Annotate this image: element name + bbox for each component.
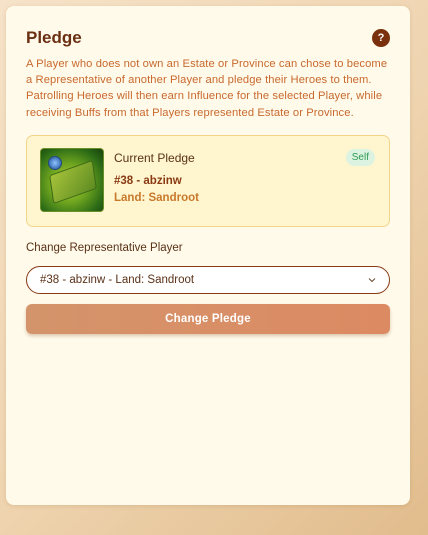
pledge-player: #38 - abzinw — [114, 174, 182, 187]
land-tile-icon — [40, 147, 104, 212]
current-pledge-label: Current Pledge — [114, 150, 195, 165]
current-pledge-card: Current Pledge #38 - abzinw Land: Sandro… — [26, 134, 390, 227]
panel-title: Pledge — [26, 28, 82, 47]
change-pledge-button[interactable]: Change Pledge — [26, 303, 390, 334]
representative-select[interactable]: #38 - abzinw - Land: Sandroot — [26, 265, 390, 294]
shield-marker-icon — [48, 155, 62, 170]
chevron-down-icon — [368, 277, 376, 283]
pledge-info: Current Pledge #38 - abzinw Land: Sandro… — [114, 148, 199, 214]
panel-header: Pledge ? — [26, 26, 390, 50]
self-badge: Self — [345, 148, 375, 166]
help-icon[interactable]: ? — [372, 29, 390, 47]
representative-label: Change Representative Player — [26, 241, 183, 254]
pledge-panel: Pledge ? A Player who does not own an Es… — [6, 6, 410, 505]
representative-select-value: #38 - abzinw - Land: Sandroot — [40, 273, 195, 286]
pledge-land: Land: Sandroot — [114, 191, 199, 204]
pledge-description: A Player who does not own an Estate or P… — [26, 58, 388, 119]
